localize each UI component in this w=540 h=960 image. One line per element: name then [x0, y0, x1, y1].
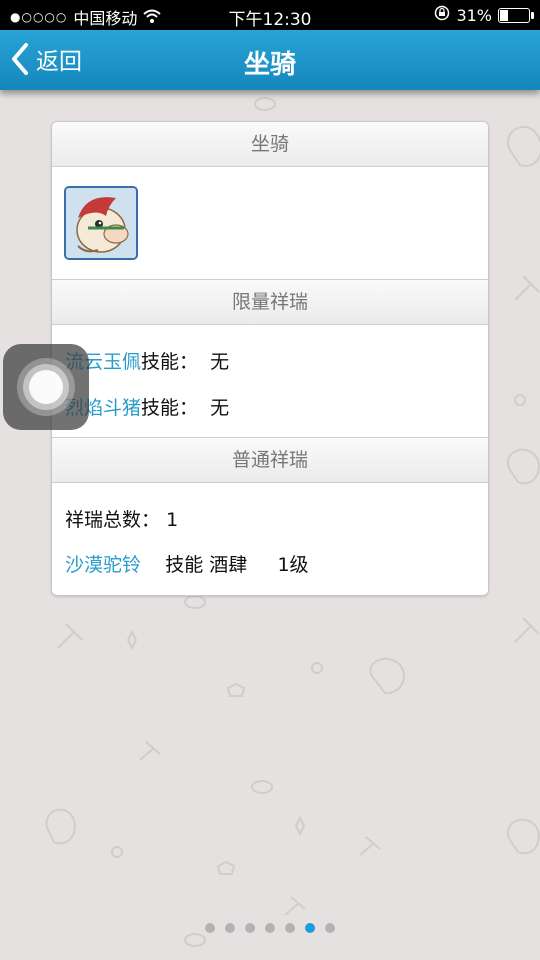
assistive-touch-center: [29, 370, 63, 404]
page-dot[interactable]: [265, 923, 275, 933]
normal-section-header: 普通祥瑞: [52, 438, 488, 483]
page-dot[interactable]: [245, 923, 255, 933]
skill-label: 技能：: [141, 351, 199, 373]
skill-level: 1级: [277, 554, 309, 576]
navigation-bar: 返回 坐骑: [0, 30, 540, 90]
mount-info-card: 坐骑 限量祥瑞 流云玉佩技能： 无 烈焰斗猪技能： 无 普通祥瑞 祥瑞总数： 1…: [51, 121, 489, 596]
skill-value: 酒肆: [209, 554, 248, 576]
rotation-lock-icon: [434, 5, 450, 25]
page-dot[interactable]: [225, 923, 235, 933]
page-dot[interactable]: [285, 923, 295, 933]
normal-total-label: 祥瑞总数：: [65, 509, 161, 531]
skill-value: 无: [210, 397, 230, 419]
limited-section-header: 限量祥瑞: [52, 280, 488, 325]
status-bar: ●○○○○ 中国移动 下午12:30 31%: [0, 0, 540, 30]
skill-value: 无: [210, 351, 230, 373]
battery-icon: [498, 7, 534, 23]
limited-section: 流云玉佩技能： 无 烈焰斗猪技能： 无: [52, 325, 488, 438]
skill-label: 技能: [165, 554, 204, 576]
normal-section: 祥瑞总数： 1 沙漠驼铃 技能 酒肆 1级: [52, 483, 488, 595]
limited-item: 流云玉佩技能： 无: [65, 347, 229, 374]
normal-total-row: 祥瑞总数： 1: [65, 505, 178, 532]
page-title: 坐骑: [243, 50, 296, 80]
mount-section: [52, 167, 488, 280]
page-dot[interactable]: [205, 923, 215, 933]
page-dot[interactable]: [325, 923, 335, 933]
page-indicator[interactable]: [0, 923, 540, 933]
normal-item-name-link[interactable]: 沙漠驼铃: [65, 554, 141, 576]
limited-item: 烈焰斗猪技能： 无: [65, 393, 229, 420]
skill-label: 技能：: [141, 397, 199, 419]
normal-total-value: 1: [166, 509, 179, 531]
battery-percent: 31%: [456, 5, 492, 25]
page-dot-active[interactable]: [305, 923, 315, 933]
normal-item: 沙漠驼铃 技能 酒肆 1级: [65, 550, 309, 577]
mount-section-header: 坐骑: [52, 122, 488, 167]
assistive-touch-button[interactable]: [3, 344, 89, 430]
horse-mount-icon[interactable]: [64, 186, 138, 260]
